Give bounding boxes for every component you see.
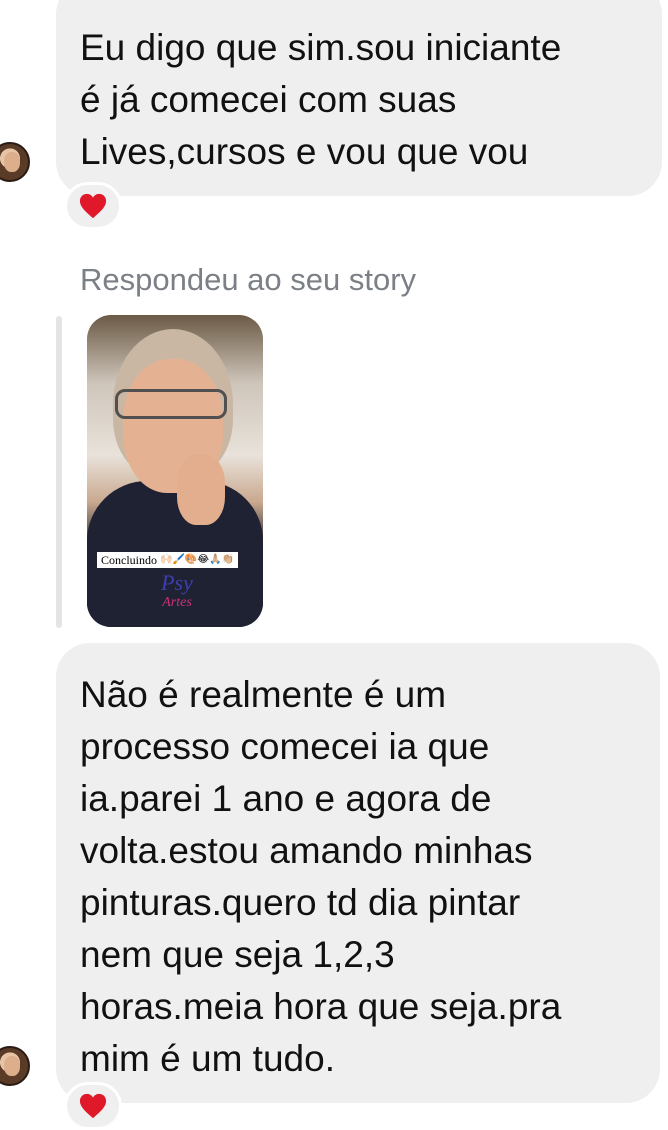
avatar-face <box>4 1056 20 1076</box>
message-text: Não é realmente é um processo comecei ia… <box>80 674 562 1079</box>
message-text: Eu digo que sim.sou iniciante é já comec… <box>80 27 562 172</box>
sticker-text: Concluindo <box>101 553 157 567</box>
message-bubble[interactable]: Eu digo que sim.sou iniciante é já comec… <box>56 0 662 196</box>
story-thumbnail[interactable]: Concluindo 🙌🏻🖌️🎨😂🙏🏼👏🏼 Psy Artes <box>87 315 263 627</box>
story-reply-bar <box>56 316 62 628</box>
story-logo: Psy Artes <box>147 570 207 613</box>
sender-avatar[interactable] <box>0 142 30 182</box>
story-hand <box>177 455 225 525</box>
story-text-sticker: Concluindo 🙌🏻🖌️🎨😂🙏🏼👏🏼 <box>97 552 238 568</box>
sticker-emojis: 🙌🏻🖌️🎨😂🙏🏼👏🏼 <box>160 554 234 565</box>
reaction-badge[interactable] <box>64 1082 122 1130</box>
story-logo-text: Psy <box>161 570 193 595</box>
heart-icon <box>79 1093 107 1119</box>
message-bubble[interactable]: Não é realmente é um processo comecei ia… <box>56 643 660 1103</box>
story-glasses <box>115 389 227 419</box>
story-reply-caption: Respondeu ao seu story <box>80 262 417 297</box>
heart-icon <box>79 193 107 219</box>
reaction-badge[interactable] <box>64 182 122 230</box>
sender-avatar[interactable] <box>0 1046 30 1086</box>
avatar-face <box>4 152 20 172</box>
story-logo-sub: Artes <box>162 595 192 610</box>
